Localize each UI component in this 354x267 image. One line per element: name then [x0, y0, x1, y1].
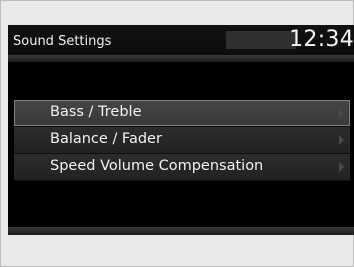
- menu-item-label: Bass / Treble: [50, 104, 142, 120]
- menu-item-label: Speed Volume Compensation: [50, 158, 264, 174]
- display-screen: Sound Settings 12:34 Bass / Treble Balan…: [8, 25, 354, 235]
- menu-item-label: Balance / Fader: [50, 131, 162, 147]
- clock: 12:34: [289, 27, 354, 52]
- manual-frame: Sound Settings 12:34 Bass / Treble Balan…: [0, 0, 354, 267]
- chevron-right-icon: [339, 108, 344, 118]
- chevron-right-icon: [339, 162, 344, 172]
- menu-item-bass-treble[interactable]: Bass / Treble: [14, 100, 350, 127]
- header-divider: [8, 55, 354, 62]
- screen-title: Sound Settings: [13, 34, 112, 49]
- bottom-divider: [8, 227, 354, 235]
- menu-item-speed-volume-compensation[interactable]: Speed Volume Compensation: [14, 154, 350, 181]
- header-bar: Sound Settings 12:34: [8, 25, 354, 55]
- header-indicator: [226, 31, 296, 49]
- chevron-right-icon: [339, 135, 344, 145]
- settings-menu-list: Bass / Treble Balance / Fader Speed Volu…: [14, 100, 350, 181]
- menu-item-balance-fader[interactable]: Balance / Fader: [14, 127, 350, 154]
